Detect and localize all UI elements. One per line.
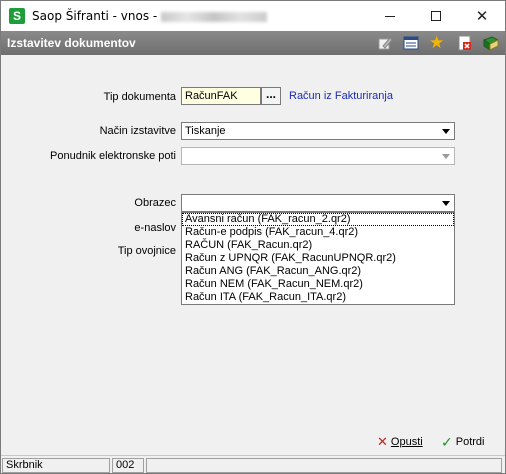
app-icon: S: [9, 8, 25, 24]
status-user: Skrbnik: [2, 458, 110, 473]
dropdown-option[interactable]: Račun z UPNQR (FAK_RacunUPNQR.qr2): [182, 252, 454, 265]
cancel-button[interactable]: ✕ Opusti: [377, 433, 423, 451]
confirm-button-label: Potrdi: [455, 436, 485, 448]
tip-dokumenta-browse-button[interactable]: ...: [261, 87, 281, 105]
confirm-button[interactable]: ✓ Potrdi: [441, 433, 484, 451]
obrazec-select[interactable]: [181, 194, 455, 212]
obrazec-label: Obrazec: [134, 197, 176, 209]
form-header: Izstavitev dokumentov ★: [1, 31, 505, 55]
main-window: S Saop Šifranti - vnos - ✕ Izstavitev do…: [0, 0, 506, 474]
title-bar: S Saop Šifranti - vnos - ✕: [1, 1, 505, 31]
check-icon: ✓: [441, 433, 453, 450]
list-icon[interactable]: [403, 35, 419, 51]
status-code: 002: [112, 458, 144, 473]
book-icon[interactable]: [482, 35, 500, 51]
dropdown-option[interactable]: Račun ANG (FAK_Racun_ANG.qr2): [182, 265, 454, 278]
form-title: Izstavitev dokumentov: [7, 36, 136, 50]
star-icon[interactable]: ★: [429, 34, 445, 51]
chevron-down-icon[interactable]: [439, 149, 453, 163]
cancel-button-label: Opusti: [390, 436, 423, 448]
ponudnik-label: Ponudnik elektronske poti: [50, 150, 176, 162]
status-bar: Skrbnik 002: [1, 455, 505, 473]
close-button[interactable]: ✕: [459, 1, 505, 31]
e-naslov-label: e-naslov: [134, 222, 176, 234]
nacin-izstavitve-value: Tiskanje: [185, 125, 226, 137]
dropdown-option[interactable]: Račun ITA (FAK_Racun_ITA.qr2): [182, 291, 454, 304]
maximize-icon: [431, 11, 441, 21]
maximize-button[interactable]: [413, 1, 459, 31]
title-redacted: [161, 11, 268, 22]
window-title: Saop Šifranti - vnos -: [32, 9, 268, 23]
delete-icon[interactable]: [457, 35, 473, 51]
chevron-down-icon[interactable]: [439, 124, 453, 138]
nacin-izstavitve-select[interactable]: Tiskanje: [181, 122, 455, 140]
cancel-icon: ✕: [377, 434, 388, 449]
status-extra: [146, 458, 502, 473]
minimize-icon: [385, 15, 395, 17]
minimize-button[interactable]: [367, 1, 413, 31]
edit-icon[interactable]: [377, 35, 393, 51]
close-icon: ✕: [475, 7, 489, 25]
ponudnik-select[interactable]: [181, 147, 455, 165]
window-title-text: Saop Šifranti - vnos -: [32, 9, 158, 23]
dropdown-option[interactable]: Račun NEM (FAK_Racun_NEM.qr2): [182, 278, 454, 291]
obrazec-dropdown-list: Avansni račun (FAK_racun_2.qr2) Račun-e …: [181, 212, 455, 305]
nacin-izstavitve-label: Način izstavitve: [99, 125, 176, 137]
dropdown-option[interactable]: Avansni račun (FAK_racun_2.qr2): [182, 213, 454, 226]
tip-dokumenta-input[interactable]: RačunFAK: [181, 87, 261, 105]
dropdown-option[interactable]: RAČUN (FAK_Racun.qr2): [182, 239, 454, 252]
tip-ovojnice-label: Tip ovojnice: [117, 245, 176, 257]
dropdown-option[interactable]: Račun-e podpis (FAK_racun_4.qr2): [182, 226, 454, 239]
chevron-down-icon[interactable]: [439, 196, 453, 210]
tip-dokumenta-label: Tip dokumenta: [103, 91, 176, 103]
tip-dokumenta-description: Račun iz Fakturiranja: [289, 90, 393, 102]
